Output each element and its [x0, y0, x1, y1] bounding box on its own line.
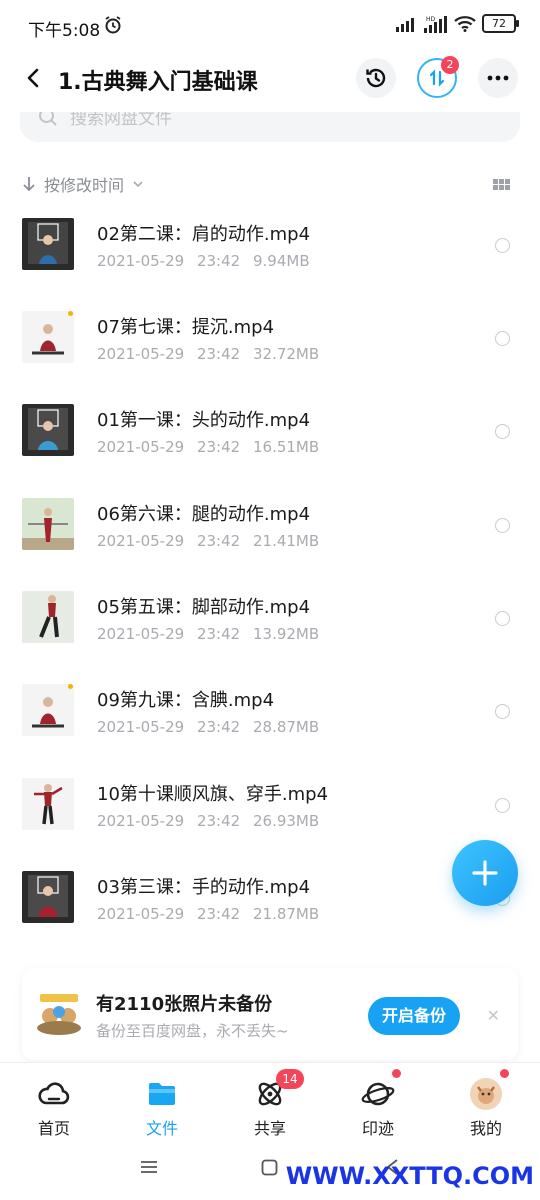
file-name: 05第五课：脚部动作.mp4	[97, 597, 311, 618]
select-radio[interactable]	[495, 518, 510, 533]
planet-icon	[361, 1082, 395, 1106]
folder-icon	[149, 1083, 175, 1105]
menu-icon[interactable]	[140, 1160, 158, 1174]
cloud-icon	[38, 1082, 70, 1105]
select-radio[interactable]	[495, 611, 510, 626]
sort-selector[interactable]: 按修改时间	[22, 172, 144, 196]
file-meta: 2021-05-29 23:42 21.41MB	[97, 532, 320, 550]
more-icon	[487, 75, 509, 81]
wifi-icon	[454, 15, 476, 32]
sort-label: 按修改时间	[44, 176, 125, 195]
add-button[interactable]	[452, 840, 518, 906]
file-meta: 2021-05-29 23:42 28.87MB	[97, 718, 320, 736]
nav-share[interactable]: 14 共享	[216, 1063, 324, 1139]
select-radio[interactable]	[495, 238, 510, 253]
video-thumbnail	[22, 218, 74, 270]
more-button[interactable]	[478, 58, 518, 98]
bottom-nav: 首页 文件 14 共享 印迹 我的	[0, 1062, 540, 1139]
file-row[interactable]: 06第六课：腿的动作.mp4 2021-05-29 23:42 21.41MB	[0, 488, 540, 581]
nav-label: 我的	[469, 1119, 502, 1138]
nav-label: 共享	[253, 1119, 286, 1138]
video-thumbnail	[22, 684, 74, 736]
video-thumbnail	[22, 778, 74, 830]
search-icon	[39, 112, 57, 126]
select-radio[interactable]	[495, 704, 510, 719]
select-radio[interactable]	[495, 424, 510, 439]
plus-icon	[472, 860, 498, 886]
file-meta: 2021-05-29 23:42 9.94MB	[97, 252, 310, 270]
file-name: 06第六课：腿的动作.mp4	[97, 504, 311, 525]
nav-label: 首页	[37, 1119, 70, 1138]
search-placeholder: 搜索网盘文件	[70, 112, 172, 129]
grid-view-icon[interactable]	[493, 179, 510, 190]
nav-footprint[interactable]: 印迹	[324, 1063, 432, 1139]
file-meta: 2021-05-29 23:42 26.93MB	[97, 812, 320, 830]
status-bar: 下午5:08 HD 72	[0, 0, 540, 52]
home-square-icon[interactable]	[261, 1159, 278, 1176]
transfer-button[interactable]: 2	[417, 56, 459, 98]
banner-subtitle: 备份至百度网盘，永不丢失~	[96, 1022, 289, 1040]
page-title: 1.古典舞入门基础课	[58, 70, 258, 95]
file-row[interactable]: 05第五课：脚部动作.mp4 2021-05-29 23:42 13.92MB	[0, 581, 540, 674]
watermark: WWW.XXTTQ.COM	[285, 1162, 534, 1190]
close-icon[interactable]: ✕	[487, 1006, 500, 1025]
file-row[interactable]: 09第九课：含腆.mp4 2021-05-29 23:42 28.87MB	[0, 674, 540, 767]
nav-label: 印迹	[361, 1119, 394, 1138]
file-meta: 2021-05-29 23:42 16.51MB	[97, 438, 320, 456]
nav-files[interactable]: 文件	[108, 1063, 216, 1139]
file-name: 03第三课：手的动作.mp4	[97, 877, 311, 898]
status-time: 下午5:08	[28, 21, 101, 41]
video-thumbnail	[22, 871, 74, 923]
nav-label: 文件	[145, 1119, 178, 1138]
battery-icon: 72	[482, 14, 519, 33]
file-name: 07第七课：提沉.mp4	[97, 317, 275, 338]
history-icon	[366, 68, 386, 88]
file-name: 01第一课：头的动作.mp4	[97, 410, 311, 431]
video-thumbnail	[22, 404, 74, 456]
share-badge: 14	[276, 1069, 304, 1089]
file-meta: 2021-05-29 23:42 13.92MB	[97, 625, 320, 643]
new-dot	[68, 311, 73, 316]
signal-hd-icon: HD	[424, 15, 447, 33]
back-arrow-icon	[27, 68, 39, 88]
video-thumbnail	[22, 498, 74, 550]
sort-down-icon	[23, 177, 35, 192]
file-row[interactable]: 10第十课顺风旗、穿手.mp4 2021-05-29 23:42 26.93MB	[0, 768, 540, 861]
file-meta: 2021-05-29 23:42 21.87MB	[97, 905, 320, 923]
new-dot	[68, 684, 73, 689]
file-name: 02第二课：肩的动作.mp4	[97, 224, 311, 245]
select-radio[interactable]	[495, 798, 510, 813]
notification-dot	[500, 1069, 509, 1078]
avatar-icon	[470, 1078, 502, 1110]
video-thumbnail	[22, 591, 74, 643]
select-radio[interactable]	[495, 331, 510, 346]
svg-text:HD: HD	[426, 16, 436, 23]
back-button[interactable]	[20, 64, 48, 92]
chevron-down-icon	[133, 181, 143, 188]
backup-illustration-icon	[34, 990, 84, 1040]
transfer-badge: 2	[441, 56, 459, 74]
header: 1.古典舞入门基础课 2	[0, 52, 540, 112]
nav-home[interactable]: 首页	[0, 1063, 108, 1139]
video-thumbnail	[22, 311, 74, 363]
file-name: 10第十课顺风旗、穿手.mp4	[97, 784, 329, 805]
enable-backup-button[interactable]: 开启备份	[368, 997, 460, 1035]
signal-icon	[396, 17, 414, 32]
nav-profile[interactable]: 我的	[432, 1063, 540, 1139]
backup-banner: 有2110张照片未备份 备份至百度网盘，永不丢失~ 开启备份 ✕	[22, 968, 518, 1060]
banner-title: 有2110张照片未备份	[96, 994, 273, 1015]
file-meta: 2021-05-29 23:42 32.72MB	[97, 345, 320, 363]
alarm-icon	[103, 15, 123, 39]
file-row[interactable]: 02第二课：肩的动作.mp4 2021-05-29 23:42 9.94MB	[0, 208, 540, 301]
history-button[interactable]	[356, 58, 396, 98]
file-row[interactable]: 07第七课：提沉.mp4 2021-05-29 23:42 32.72MB	[0, 301, 540, 394]
notification-dot	[392, 1069, 401, 1078]
search-bar[interactable]: 搜索网盘文件	[20, 112, 520, 142]
file-name: 09第九课：含腆.mp4	[97, 690, 275, 711]
status-icons: HD 72	[396, 14, 519, 33]
file-row[interactable]: 01第一课：头的动作.mp4 2021-05-29 23:42 16.51MB	[0, 394, 540, 487]
